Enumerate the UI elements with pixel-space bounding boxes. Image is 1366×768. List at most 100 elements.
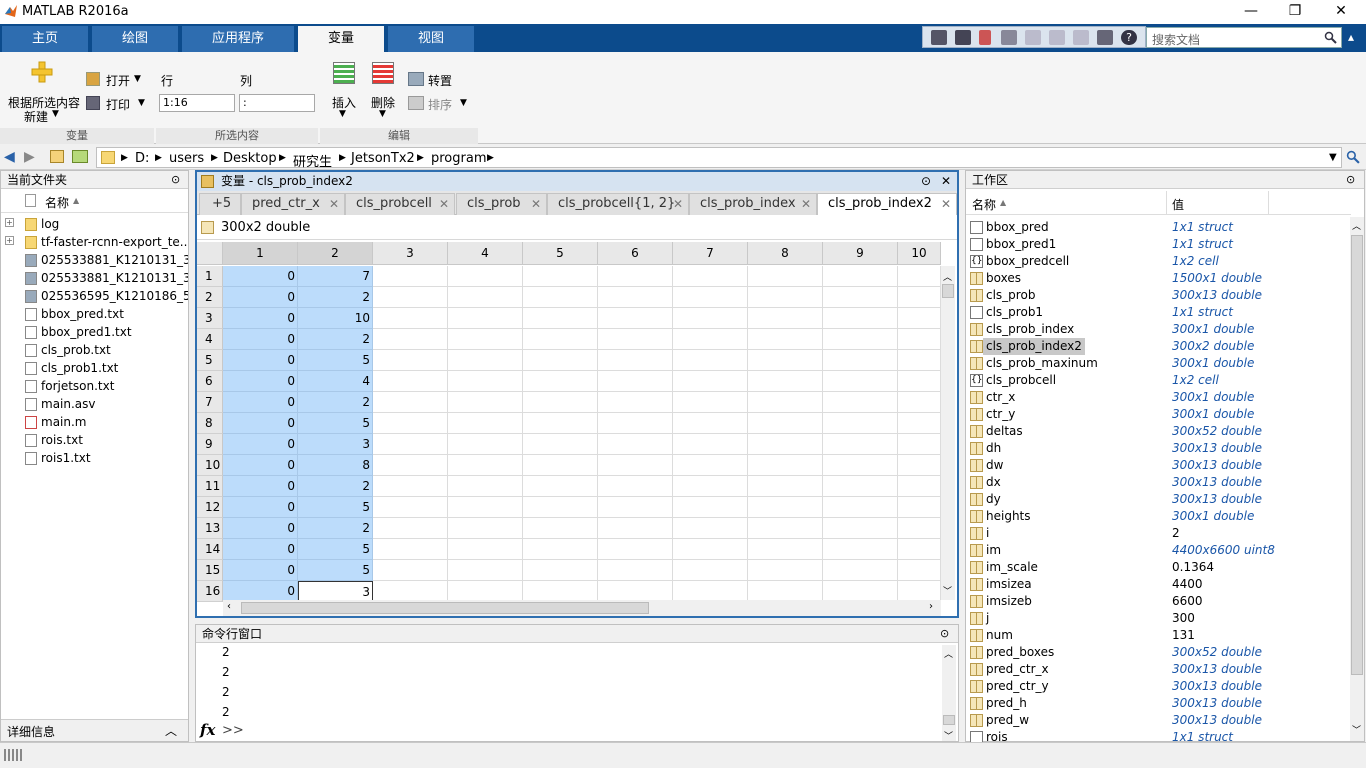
table-cell[interactable] bbox=[898, 413, 941, 434]
table-cell[interactable] bbox=[748, 434, 823, 455]
scroll-up-icon[interactable]: ︿ bbox=[944, 647, 953, 660]
chevron-down-icon[interactable]: ▼ bbox=[52, 109, 59, 119]
table-cell[interactable]: 5 bbox=[298, 560, 373, 581]
table-cell[interactable] bbox=[823, 434, 898, 455]
table-cell[interactable]: 5 bbox=[298, 497, 373, 518]
close-icon[interactable]: ✕ bbox=[941, 172, 951, 191]
table-cell[interactable] bbox=[373, 350, 448, 371]
forward-arrow-icon[interactable]: ▶ bbox=[24, 149, 35, 165]
table-cell[interactable] bbox=[523, 329, 598, 350]
column-header[interactable]: 10 bbox=[898, 242, 941, 265]
table-cell[interactable] bbox=[748, 476, 823, 497]
table-cell[interactable] bbox=[673, 392, 748, 413]
table-cell[interactable] bbox=[823, 497, 898, 518]
table-cell[interactable] bbox=[823, 539, 898, 560]
up-folder-icon[interactable] bbox=[50, 150, 64, 163]
close-icon[interactable]: ✕ bbox=[673, 194, 683, 214]
scroll-thumb[interactable] bbox=[241, 602, 649, 614]
tab-cls-prob-index2[interactable]: cls_prob_index2 ✕ bbox=[817, 193, 957, 215]
chevron-down-icon[interactable]: ▼ bbox=[138, 98, 145, 108]
table-cell[interactable] bbox=[898, 287, 941, 308]
table-cell[interactable] bbox=[673, 308, 748, 329]
close-button[interactable]: ✕ bbox=[1318, 0, 1364, 24]
table-cell[interactable] bbox=[673, 476, 748, 497]
workspace-variable-row[interactable]: cls_prob1 1x1 struct bbox=[966, 304, 1351, 321]
table-cell[interactable] bbox=[373, 476, 448, 497]
table-cell[interactable] bbox=[823, 308, 898, 329]
table-cell[interactable] bbox=[748, 350, 823, 371]
switch-windows-icon[interactable] bbox=[1097, 30, 1113, 45]
file-row[interactable]: rois.txt bbox=[1, 431, 188, 449]
table-cell[interactable] bbox=[598, 266, 673, 287]
row-header[interactable]: 1 bbox=[197, 266, 223, 287]
workspace-variable-row[interactable]: {} cls_probcell 1x2 cell bbox=[966, 372, 1351, 389]
table-cell[interactable] bbox=[673, 329, 748, 350]
scroll-left-icon[interactable]: ‹ bbox=[227, 601, 231, 612]
table-cell[interactable] bbox=[523, 287, 598, 308]
new-icon[interactable] bbox=[931, 30, 947, 45]
command-prompt[interactable]: >> bbox=[222, 723, 244, 738]
cols-input[interactable]: : bbox=[239, 94, 315, 112]
row-header[interactable]: 14 bbox=[197, 539, 223, 560]
table-cell[interactable] bbox=[523, 413, 598, 434]
table-cell[interactable] bbox=[598, 371, 673, 392]
table-cell[interactable] bbox=[598, 329, 673, 350]
table-cell[interactable] bbox=[898, 476, 941, 497]
table-cell[interactable] bbox=[373, 371, 448, 392]
table-cell[interactable] bbox=[898, 539, 941, 560]
workspace-variable-row[interactable]: imsizeb 6600 bbox=[966, 593, 1351, 610]
file-row[interactable]: main.m bbox=[1, 413, 188, 431]
breadcrumb-item[interactable]: Desktop bbox=[223, 151, 277, 166]
tab-cls-prob-index[interactable]: cls_prob_index ✕ bbox=[689, 193, 817, 215]
table-cell[interactable]: 0 bbox=[223, 287, 298, 308]
table-cell[interactable] bbox=[598, 497, 673, 518]
minimize-button[interactable]: — bbox=[1228, 0, 1274, 24]
new-from-selection-icon[interactable] bbox=[30, 60, 54, 84]
table-cell[interactable]: 0 bbox=[223, 308, 298, 329]
panel-menu-icon[interactable]: ⊙ bbox=[940, 627, 949, 640]
column-header[interactable]: 6 bbox=[598, 242, 673, 265]
column-header[interactable]: 1 bbox=[223, 242, 298, 265]
help-icon[interactable]: ? bbox=[1121, 30, 1137, 45]
file-row[interactable]: 025533881_K1210131_3... bbox=[1, 269, 188, 287]
workspace-variable-row[interactable]: im_scale 0.1364 bbox=[966, 559, 1351, 576]
table-cell[interactable] bbox=[898, 350, 941, 371]
workspace-variable-row[interactable]: pred_h 300x13 double bbox=[966, 695, 1351, 712]
tab-pred-ctr-x[interactable]: pred_ctr_x ✕ bbox=[241, 193, 345, 215]
close-icon[interactable]: ✕ bbox=[941, 194, 951, 214]
table-cell[interactable] bbox=[373, 413, 448, 434]
table-cell[interactable] bbox=[898, 518, 941, 539]
more-tabs-button[interactable]: +5 bbox=[199, 193, 241, 215]
search-documentation-input[interactable]: 搜索文档 bbox=[1146, 27, 1342, 48]
table-cell[interactable] bbox=[523, 371, 598, 392]
table-cell[interactable] bbox=[748, 266, 823, 287]
table-cell[interactable] bbox=[748, 455, 823, 476]
table-cell[interactable] bbox=[373, 392, 448, 413]
table-cell[interactable]: 0 bbox=[223, 350, 298, 371]
table-cell[interactable] bbox=[748, 392, 823, 413]
table-cell[interactable] bbox=[673, 455, 748, 476]
row-header[interactable]: 16 bbox=[197, 581, 223, 602]
row-header[interactable]: 7 bbox=[197, 392, 223, 413]
table-cell[interactable] bbox=[598, 476, 673, 497]
chevron-down-icon[interactable]: ▼ bbox=[379, 109, 386, 119]
table-cell[interactable] bbox=[598, 392, 673, 413]
table-cell[interactable]: 5 bbox=[298, 539, 373, 560]
chevron-down-icon[interactable]: ▼ bbox=[134, 74, 141, 84]
workspace-variable-row[interactable]: dx 300x13 double bbox=[966, 474, 1351, 491]
table-cell[interactable] bbox=[523, 581, 598, 602]
row-header[interactable]: 3 bbox=[197, 308, 223, 329]
delete-icon[interactable] bbox=[372, 62, 394, 84]
undo-icon[interactable] bbox=[1049, 30, 1065, 45]
table-cell[interactable] bbox=[673, 539, 748, 560]
tab-apps[interactable]: 应用程序 bbox=[182, 26, 294, 52]
table-cell[interactable] bbox=[898, 392, 941, 413]
table-cell[interactable] bbox=[373, 539, 448, 560]
table-cell[interactable]: 0 bbox=[223, 539, 298, 560]
table-cell[interactable] bbox=[523, 266, 598, 287]
table-cell[interactable] bbox=[898, 329, 941, 350]
table-cell[interactable] bbox=[823, 518, 898, 539]
search-icon[interactable] bbox=[1324, 31, 1337, 44]
table-cell[interactable]: 0 bbox=[223, 266, 298, 287]
table-cell[interactable] bbox=[598, 560, 673, 581]
